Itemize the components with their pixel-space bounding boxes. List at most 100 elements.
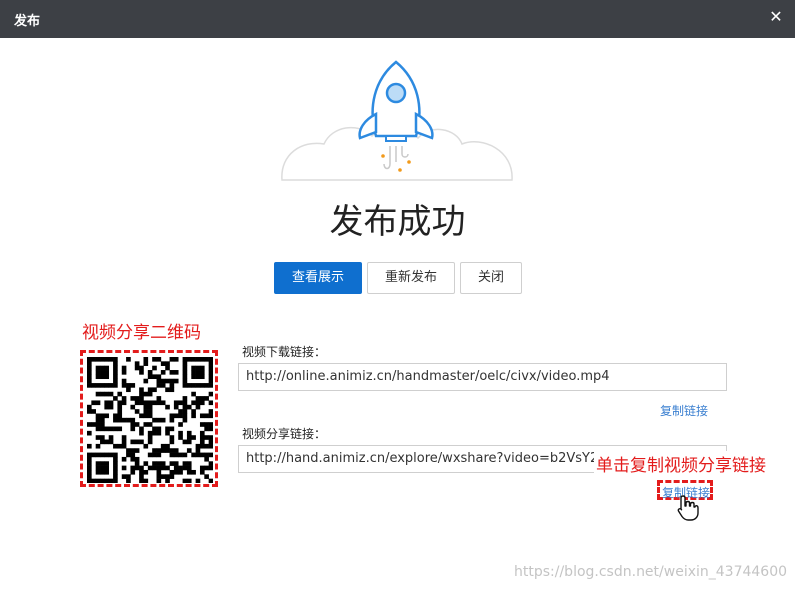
qr-module [169, 378, 175, 384]
qr-module [139, 469, 144, 475]
qr-module [199, 439, 205, 445]
qr-module [208, 409, 213, 414]
qr-module [113, 396, 118, 401]
qr-module [182, 461, 188, 466]
qr-module [95, 417, 101, 423]
qr-module [139, 370, 144, 375]
qr-module [208, 370, 213, 375]
qr-module [95, 465, 101, 471]
qr-module [160, 370, 166, 375]
qr-module [139, 465, 144, 471]
qr-module [204, 422, 209, 427]
qr-module [100, 417, 105, 423]
qr-module [195, 370, 201, 375]
qr-module [169, 357, 175, 362]
qr-module [147, 374, 153, 380]
qr-module [121, 474, 127, 479]
qr-annotation: 视频分享二维码 [82, 323, 201, 343]
republish-button[interactable]: 重新发布 [367, 262, 455, 294]
qr-module [100, 413, 105, 419]
qr-module [113, 461, 118, 466]
qr-module [178, 465, 183, 471]
qr-module [199, 443, 205, 449]
qr-module [113, 361, 118, 366]
qr-module [173, 357, 179, 362]
qr-module [199, 452, 205, 458]
qr-module [87, 378, 92, 384]
qr-module [139, 430, 144, 436]
qr-module [165, 474, 170, 479]
qr-module [100, 357, 105, 362]
qr-module [100, 370, 105, 375]
qr-module [139, 365, 144, 371]
qr-module [108, 357, 114, 362]
qr-module [152, 448, 157, 453]
qr-module [147, 465, 153, 471]
qr-module [160, 417, 166, 423]
qr-module [87, 404, 92, 410]
qr-module [152, 452, 157, 458]
qr-module [156, 426, 162, 432]
qr-module [147, 413, 153, 419]
qr-code [87, 357, 213, 483]
qr-module [199, 357, 205, 362]
qr-module [87, 365, 92, 371]
qr-module [95, 357, 101, 362]
view-button[interactable]: 查看展示 [274, 262, 362, 294]
qr-module [182, 357, 188, 362]
qr-module [121, 383, 127, 388]
qr-module [195, 365, 201, 371]
qr-module [173, 448, 179, 453]
qr-module [204, 396, 209, 401]
qr-module [191, 374, 196, 380]
qr-module [191, 400, 196, 406]
qr-module [204, 413, 209, 419]
qr-module [169, 439, 175, 445]
qr-module [178, 430, 183, 436]
qr-module [156, 396, 162, 401]
qr-module [130, 396, 136, 401]
qr-module [169, 474, 175, 479]
download-link-input[interactable]: http://online.animiz.cn/handmaster/oelc/… [238, 363, 727, 391]
qr-module [178, 413, 183, 419]
qr-module [204, 435, 209, 440]
qr-module [130, 452, 136, 458]
close-button[interactable]: 关闭 [460, 262, 522, 294]
qr-module [191, 370, 196, 375]
hand-cursor-icon [677, 495, 699, 521]
qr-module [173, 465, 179, 471]
qr-module [108, 400, 114, 406]
qr-module [208, 413, 213, 419]
qr-module [113, 469, 118, 475]
qr-module [199, 469, 205, 475]
qr-module [208, 422, 213, 427]
qr-module [113, 456, 118, 462]
qr-module [121, 465, 127, 471]
qr-module [173, 400, 179, 406]
qr-module [195, 478, 201, 483]
qr-module [156, 461, 162, 466]
qr-module [191, 383, 196, 388]
qr-module [169, 435, 175, 440]
qr-module [191, 391, 196, 397]
qr-module [143, 469, 149, 475]
qr-module [95, 400, 101, 406]
qr-module [108, 426, 114, 432]
qr-module [204, 465, 209, 471]
qr-module [95, 478, 101, 483]
qr-module [199, 413, 205, 419]
qr-module [199, 396, 205, 401]
qr-module [134, 461, 140, 466]
close-icon[interactable]: ✕ [767, 8, 785, 26]
qr-module [182, 439, 188, 445]
copy-download-link[interactable]: 复制链接 [660, 402, 708, 419]
qr-module [143, 443, 149, 449]
qr-module [156, 357, 162, 362]
qr-module [95, 461, 101, 466]
qr-module [165, 361, 170, 366]
qr-module [100, 374, 105, 380]
qr-module [104, 426, 110, 432]
qr-module [160, 474, 166, 479]
qr-module [182, 404, 188, 410]
qr-module [160, 361, 166, 366]
